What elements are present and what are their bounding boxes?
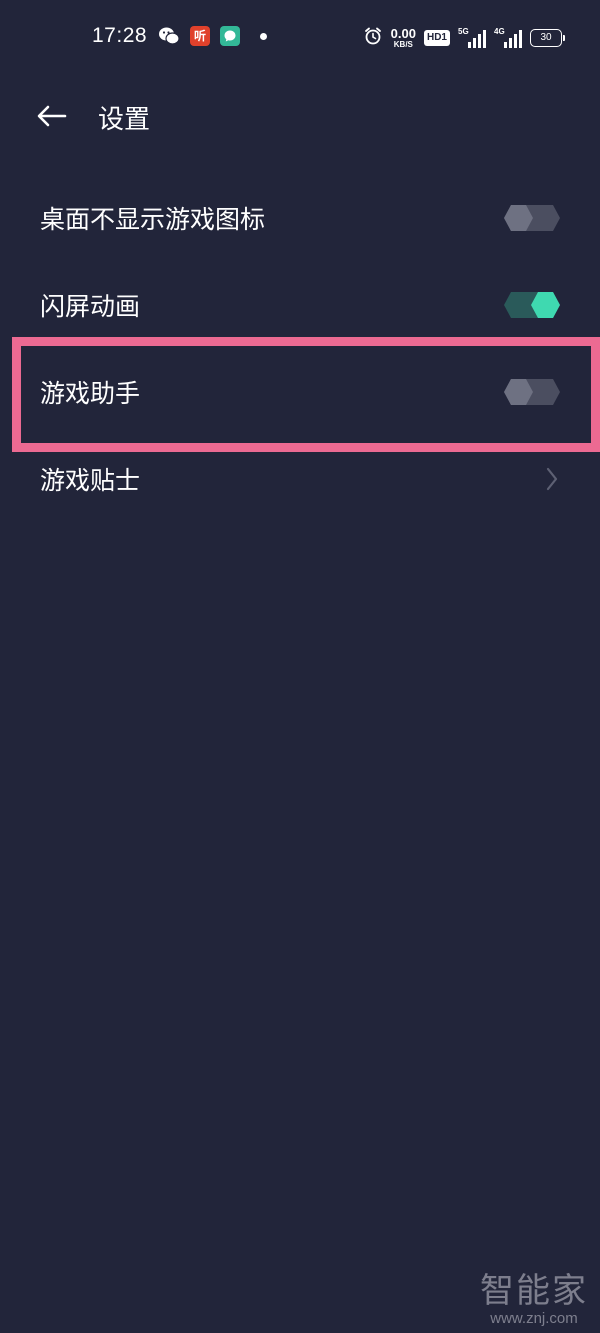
status-time: 17:28 bbox=[92, 24, 148, 47]
header: 设置 bbox=[0, 86, 600, 146]
hd-voice-icon: HD1 bbox=[423, 30, 450, 46]
back-button[interactable] bbox=[32, 100, 72, 132]
page-title: 设置 bbox=[98, 105, 151, 135]
watermark-text: 智能家 bbox=[480, 1271, 588, 1311]
chevron-right-icon[interactable] bbox=[544, 466, 560, 492]
setting-label: 桌面不显示游戏图标 bbox=[40, 204, 266, 234]
status-bar: 17:28 听 0.00 KB/S HD1 5G 4G 30 bbox=[0, 0, 600, 76]
notification-icons: 听 bbox=[158, 26, 267, 46]
battery-icon: 30 bbox=[530, 29, 565, 47]
setting-game-tips[interactable]: 游戏贴士 bbox=[0, 435, 600, 522]
game-assistant-toggle[interactable] bbox=[504, 378, 560, 405]
alarm-icon bbox=[363, 26, 383, 50]
splash-animation-toggle[interactable] bbox=[504, 291, 560, 318]
setting-splash-animation[interactable]: 闪屏动画 bbox=[0, 261, 600, 348]
setting-label: 游戏助手 bbox=[40, 378, 141, 408]
settings-list: 桌面不显示游戏图标 闪屏动画 游戏助手 游戏贴士 bbox=[0, 174, 600, 522]
network-speed-value: 0.00 bbox=[390, 26, 416, 41]
setting-game-assistant[interactable]: 游戏助手 bbox=[0, 348, 600, 435]
sim2-signal-icon: 4G bbox=[494, 27, 522, 48]
network-speed-unit: KB/S bbox=[393, 40, 413, 49]
setting-hide-game-icon[interactable]: 桌面不显示游戏图标 bbox=[0, 174, 600, 261]
message-app-icon bbox=[220, 26, 240, 46]
watermark-url: www.znj.com bbox=[490, 1310, 578, 1327]
arrow-left-icon bbox=[37, 105, 67, 127]
hide-game-icon-toggle[interactable] bbox=[504, 204, 560, 231]
more-notifications-dot-icon bbox=[260, 32, 267, 40]
status-right-cluster: 0.00 KB/S HD1 5G 4G 30 bbox=[363, 26, 565, 50]
setting-label: 闪屏动画 bbox=[40, 291, 141, 321]
setting-label: 游戏贴士 bbox=[40, 465, 141, 495]
network-speed: 0.00 KB/S bbox=[391, 27, 416, 49]
ting-app-icon: 听 bbox=[190, 26, 210, 46]
wechat-icon bbox=[158, 26, 180, 46]
sim1-signal-icon: 5G bbox=[458, 27, 486, 48]
watermark-logo: 智能家 www.znj.com bbox=[480, 1263, 588, 1327]
